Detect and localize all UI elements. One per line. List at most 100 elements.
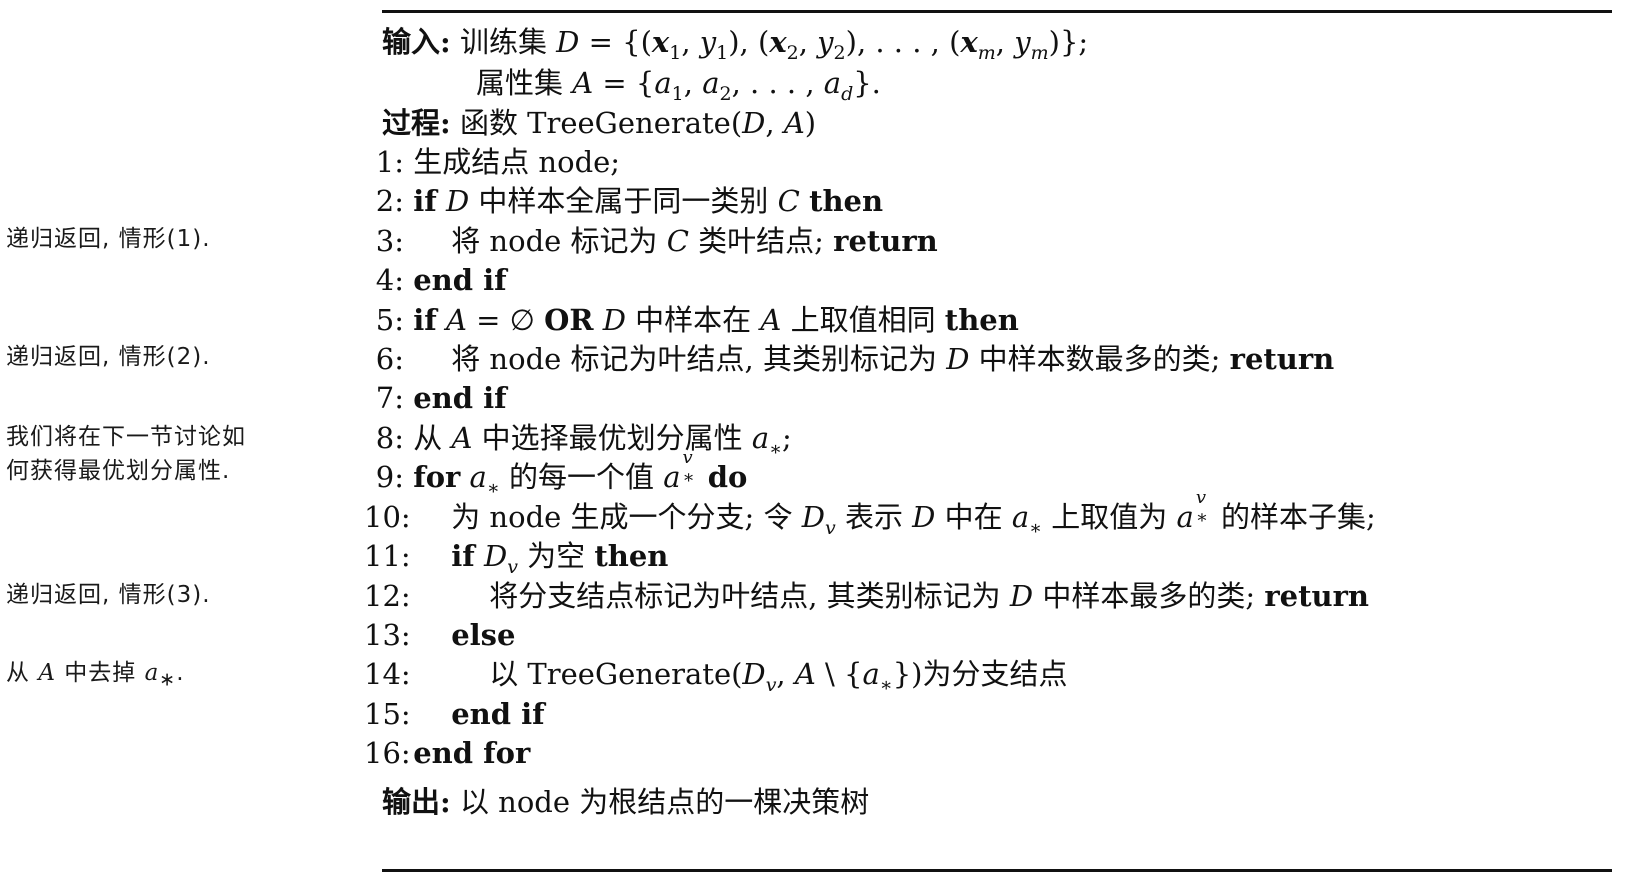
note-text: . — [176, 660, 185, 686]
math-var: a — [1011, 500, 1030, 534]
keyword-else: else — [451, 618, 516, 652]
math-text: }. — [853, 66, 881, 100]
line-text: 为 node 生成一个分支; 令 — [451, 500, 802, 534]
algo-line-3: 3: 将 node 标记为 C 类叶结点; return — [364, 221, 938, 262]
line-number: 13: — [364, 618, 411, 652]
math-sub: m — [977, 41, 996, 64]
line-text: 上取值为 — [1042, 500, 1177, 534]
margin-note-best-split-line2: 何获得最优划分属性. — [6, 458, 231, 484]
math-sub: 1 — [669, 41, 682, 64]
output-text: 以 node 为根结点的一棵决策树 — [459, 785, 870, 819]
line-text: 表示 — [835, 500, 913, 534]
math-text: )}; — [1048, 25, 1089, 59]
algo-line-12: 12: 将分支结点标记为叶结点, 其类别标记为 D 中样本最多的类; retur… — [364, 576, 1369, 617]
line-text: 将分支结点标记为叶结点, 其类别标记为 — [489, 579, 1010, 613]
keyword-then: then — [944, 303, 1019, 337]
line-text: 将 node 标记为 — [451, 224, 667, 258]
input-line-2: 属性集 A = {a1, a2, . . . , ad}. — [476, 63, 881, 104]
math-sup: v — [682, 447, 693, 468]
algorithm-top-rule — [382, 10, 1612, 13]
math-var: A — [794, 657, 816, 691]
math-var: D — [946, 342, 970, 376]
line-text: ; — [782, 421, 792, 455]
math-text: , — [681, 25, 700, 59]
algo-line-10: 10: 为 node 生成一个分支; 令 Dv 表示 D 中在 a∗ 上取值为 … — [364, 489, 1376, 539]
math-sub: ∗ — [682, 467, 695, 488]
keyword-end-if: end if — [451, 697, 545, 731]
line-text — [593, 303, 602, 337]
line-text — [460, 460, 469, 494]
math-sub: ∗ — [1029, 516, 1043, 539]
math-var: D — [742, 657, 766, 691]
math-text: = {( — [579, 25, 652, 59]
math-var: a — [862, 657, 880, 691]
keyword-end-if: end if — [413, 381, 507, 415]
algo-line-1: 1: 生成结点 node; — [364, 142, 620, 183]
math-var: A — [760, 303, 782, 337]
math-text: ) — [804, 106, 817, 140]
math-sup: v — [1195, 487, 1206, 508]
algo-line-14: 14: 以 TreeGenerate(Dv, A \ {a∗})为分支结点 — [364, 654, 1067, 695]
line-number: 15: — [364, 697, 411, 731]
line-text: 中样本在 — [625, 303, 761, 337]
line-number: 16: — [364, 736, 411, 770]
note-text: 中去掉 — [55, 660, 145, 686]
line-text: 的样本子集; — [1211, 500, 1376, 534]
algo-line-13: 13: else — [364, 615, 515, 656]
math-sub: 2 — [719, 82, 732, 105]
algo-line-16: 16: end for — [364, 733, 530, 774]
math-text: , . . . , — [731, 66, 824, 100]
math-var: D — [1009, 579, 1034, 613]
algo-line-2: 2: if D 中样本全属于同一类别 C then — [364, 181, 883, 222]
math-var: a — [663, 460, 681, 494]
margin-note-case-3: 递归返回, 情形(3). — [6, 582, 211, 608]
input-label: 输入: — [382, 25, 451, 59]
keyword-if: if — [451, 539, 475, 573]
math-var: a — [751, 421, 770, 455]
keyword-or: OR — [544, 303, 594, 337]
line-number: 7: — [375, 381, 404, 415]
math-sub: 2 — [786, 41, 799, 64]
math-var: x — [651, 25, 670, 59]
keyword-if: if — [413, 303, 437, 337]
math-sub: ∗ — [879, 673, 893, 696]
line-text — [437, 184, 446, 218]
math-text: 函数 TreeGenerate( — [459, 106, 743, 140]
margin-note-best-split: 我们将在下一节讨论如 何获得最优划分属性. — [6, 420, 246, 488]
math-var: A — [445, 303, 467, 337]
keyword-end-for: end for — [413, 736, 531, 770]
math-text: , — [765, 106, 784, 140]
keyword-end-if: end if — [413, 263, 507, 297]
math-var: D — [445, 184, 470, 218]
math-var: C — [666, 224, 689, 258]
math-sub: m — [1030, 41, 1049, 64]
line-text: 中样本数最多的类; — [969, 342, 1230, 376]
margin-note-case-1: 递归返回, 情形(1). — [6, 226, 211, 252]
math-var: D — [483, 539, 508, 573]
line-text: 中在 — [935, 500, 1012, 534]
math-sub: ∗ — [486, 476, 500, 499]
math-var: C — [777, 184, 800, 218]
line-number: 10: — [364, 500, 411, 534]
line-text: 以 TreeGenerate( — [489, 657, 743, 691]
math-text: , — [683, 66, 703, 100]
keyword-return: return — [1229, 342, 1335, 376]
line-number: 5: — [375, 303, 404, 337]
math-text: 属性集 — [476, 66, 573, 100]
math-var: D — [556, 25, 580, 59]
math-sub: v — [825, 516, 836, 539]
keyword-for: for — [413, 460, 461, 494]
margin-note-case-2: 递归返回, 情形(2). — [6, 344, 211, 370]
line-text: \ { — [815, 657, 863, 691]
line-number: 6: — [375, 342, 404, 376]
algo-line-8: 8: 从 A 中选择最优划分属性 a∗; — [364, 418, 792, 459]
note-sub: ∗ — [159, 668, 177, 691]
output-label: 输出: — [382, 785, 451, 819]
keyword-then: then — [809, 184, 884, 218]
math-var: D — [602, 303, 626, 337]
line-text — [699, 460, 708, 494]
note-var: A — [38, 660, 56, 686]
line-text: 为空 — [517, 539, 595, 573]
line-text — [475, 539, 484, 573]
line-text — [437, 303, 446, 337]
